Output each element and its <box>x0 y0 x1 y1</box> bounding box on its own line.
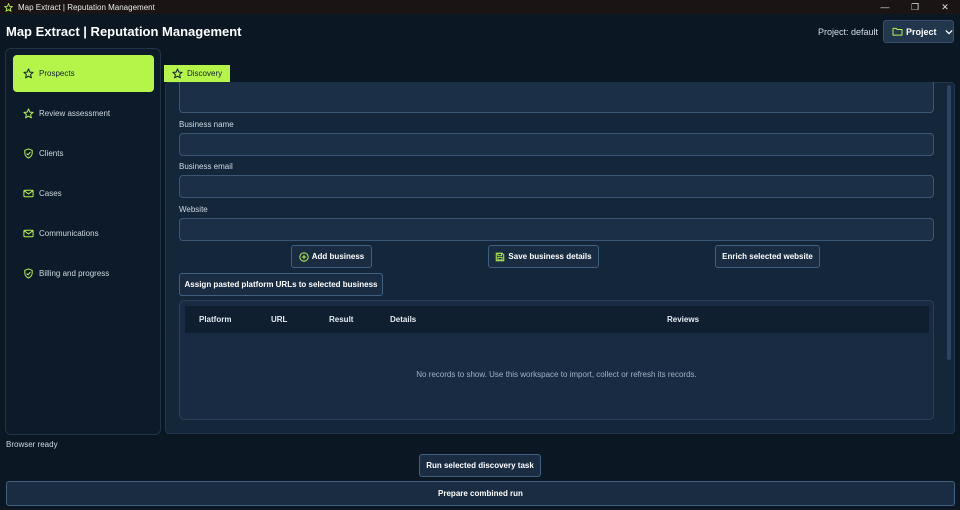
app-star-icon <box>3 2 13 12</box>
sidebar-item-prospects[interactable]: Prospects <box>13 55 154 92</box>
enrich-selected-website-label: Enrich selected website <box>722 252 813 261</box>
sidebar-item-label: Cases <box>39 189 62 198</box>
enrich-selected-website-button[interactable]: Enrich selected website <box>715 245 820 268</box>
table-header: Platform URL Result Details Reviews <box>185 306 929 333</box>
sidebar: Prospects Review assessment Clients Case… <box>5 48 161 435</box>
plus-circle-icon <box>299 251 309 262</box>
project-button[interactable]: Project <box>883 20 954 43</box>
window-titlebar: Map Extract | Reputation Management — ❐ … <box>0 0 960 14</box>
mail-icon <box>22 188 34 200</box>
previous-field[interactable] <box>179 82 934 113</box>
sidebar-item-label: Review assessment <box>39 109 111 118</box>
tab-discovery-label: Discovery <box>187 69 223 78</box>
project-label: Project: default <box>817 27 878 37</box>
add-business-button[interactable]: Add business <box>291 245 372 268</box>
sidebar-item-label: Communications <box>39 229 99 238</box>
shield-check-icon <box>22 148 34 160</box>
status-text: Browser ready <box>6 440 58 449</box>
sidebar-item-review-assessment[interactable]: Review assessment <box>13 95 154 132</box>
window-controls: — ❐ ✕ <box>870 0 960 14</box>
prepare-combined-label: Prepare combined run <box>438 489 523 498</box>
sidebar-item-cases[interactable]: Cases <box>13 175 154 212</box>
scrollbar-thumb[interactable] <box>947 85 951 360</box>
column-header-result[interactable]: Result <box>329 315 353 324</box>
tab-discovery[interactable]: Discovery <box>164 65 230 82</box>
business-name-input[interactable] <box>179 133 934 156</box>
column-header-reviews[interactable]: Reviews <box>667 315 699 324</box>
assign-urls-label: Assign pasted platform URLs to selected … <box>184 280 378 289</box>
website-label: Website <box>179 205 208 214</box>
minimize-button[interactable]: — <box>870 0 900 14</box>
sidebar-item-label: Clients <box>39 149 64 158</box>
business-email-label: Business email <box>179 162 233 171</box>
star-icon <box>22 108 34 120</box>
prepare-combined-run-button[interactable]: Prepare combined run <box>6 481 955 506</box>
sidebar-item-label: Prospects <box>39 69 75 78</box>
results-table: Platform URL Result Details Reviews No r… <box>179 300 934 420</box>
table-empty-message: No records to show. Use this workspace t… <box>416 370 697 379</box>
shield-check-icon <box>22 268 34 280</box>
run-selected-label: Run selected discovery task <box>426 461 534 470</box>
save-icon <box>495 252 505 262</box>
save-business-details-button[interactable]: Save business details <box>488 245 599 268</box>
folder-icon <box>892 27 903 36</box>
website-input[interactable] <box>179 218 934 241</box>
assign-urls-button[interactable]: Assign pasted platform URLs to selected … <box>179 273 383 296</box>
business-email-input[interactable] <box>179 175 934 198</box>
star-icon <box>22 68 34 80</box>
sidebar-item-billing-and-progress[interactable]: Billing and progress <box>13 255 154 292</box>
project-button-label: Project <box>906 26 937 37</box>
mail-icon <box>22 228 34 240</box>
column-header-details[interactable]: Details <box>390 315 416 324</box>
business-name-label: Business name <box>179 120 234 129</box>
add-business-label: Add business <box>311 252 365 261</box>
save-business-details-label: Save business details <box>508 252 592 261</box>
window-title: Map Extract | Reputation Management <box>18 2 155 12</box>
sidebar-item-clients[interactable]: Clients <box>13 135 154 172</box>
restore-button[interactable]: ❐ <box>900 0 930 14</box>
chevron-down-icon <box>944 29 953 35</box>
run-selected-discovery-task-button[interactable]: Run selected discovery task <box>419 454 541 477</box>
column-header-url[interactable]: URL <box>271 315 287 324</box>
column-header-platform[interactable]: Platform <box>199 315 231 324</box>
sidebar-item-communications[interactable]: Communications <box>13 215 154 252</box>
sidebar-item-label: Billing and progress <box>39 269 110 278</box>
star-icon <box>172 68 183 79</box>
app-title: Map Extract | Reputation Management <box>6 24 242 39</box>
close-button[interactable]: ✕ <box>930 0 960 14</box>
scrollbar[interactable] <box>946 85 952 430</box>
